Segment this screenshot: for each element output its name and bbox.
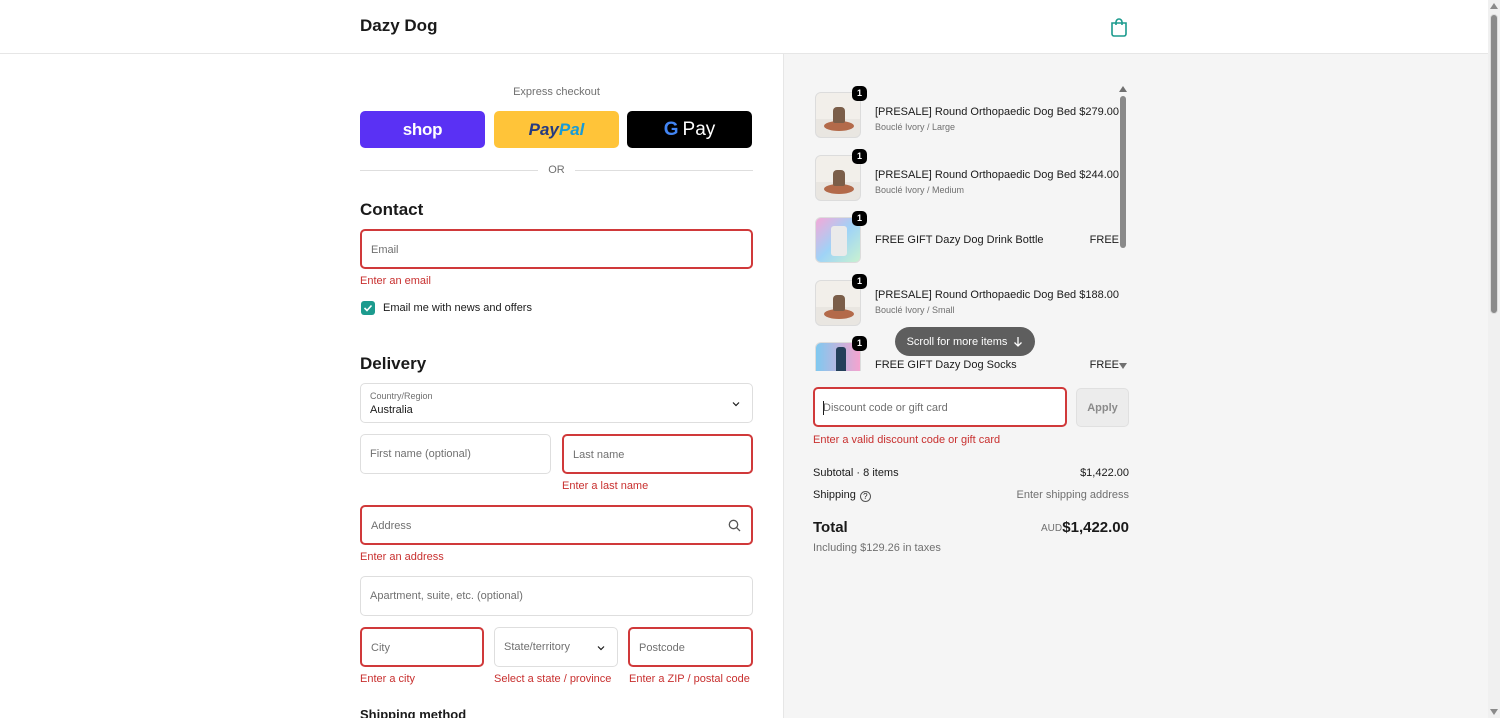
delivery-title: Delivery (360, 354, 427, 373)
google-pay-button[interactable]: G Pay (627, 111, 752, 148)
quantity-badge: 1 (852, 274, 867, 289)
item-name: [PRESALE] Round Orthopaedic Dog Bed (875, 169, 1077, 181)
total-currency: AUD (1041, 523, 1063, 534)
country-label: Country/Region (370, 391, 433, 401)
item-price: $244.00 (1079, 169, 1119, 181)
address-placeholder: Address (371, 520, 412, 532)
taxes-note: Including $129.26 in taxes (813, 542, 941, 554)
last-name-placeholder: Last name (573, 449, 625, 461)
discount-placeholder: Discount code or gift card (823, 402, 948, 414)
or-divider: OR (360, 164, 753, 176)
state-select[interactable]: State/territory (494, 627, 618, 667)
paypal-button[interactable]: Pay Pal (494, 111, 619, 148)
discount-code-input[interactable]: Discount code or gift card (813, 387, 1067, 427)
postcode-placeholder: Postcode (639, 642, 685, 654)
google-g-icon: G (663, 118, 679, 140)
postcode-error: Enter a ZIP / postal code (629, 673, 750, 685)
order-item: 1 [PRESALE] Round Orthopaedic Dog Bed Bo… (813, 86, 1119, 142)
checkmark-icon (363, 304, 373, 312)
subtotal-row: Subtotal · 8 items $1,422.00 (813, 467, 1129, 479)
shopping-bag-icon[interactable] (1110, 17, 1128, 37)
item-price: $279.00 (1079, 106, 1119, 118)
contact-title: Contact (360, 200, 424, 219)
apartment-placeholder: Apartment, suite, etc. (optional) (370, 590, 523, 602)
item-price: $188.00 (1079, 289, 1119, 301)
country-select[interactable]: Country/Region Australia (360, 383, 753, 423)
apply-discount-button[interactable]: Apply (1076, 388, 1129, 427)
order-item: 1 [PRESALE] Round Orthopaedic Dog Bed Bo… (813, 274, 1119, 330)
items-scrollbar-thumb[interactable] (1120, 96, 1126, 248)
item-variant: Bouclé Ivory / Small (875, 305, 955, 315)
express-checkout-title: Express checkout (513, 86, 600, 98)
scroll-more-label: Scroll for more items (906, 335, 1008, 348)
last-name-field[interactable]: Last name (562, 434, 753, 474)
subtotal-value: $1,422.00 (1080, 467, 1129, 479)
email-field[interactable]: Email (360, 229, 753, 269)
email-placeholder: Email (371, 244, 399, 256)
paypal-label-part1: Pay (528, 119, 559, 139)
scroll-more-items-button[interactable]: Scroll for more items (895, 327, 1035, 356)
discount-error: Enter a valid discount code or gift card (813, 434, 1001, 446)
quantity-badge: 1 (852, 86, 867, 101)
order-item: 1 [PRESALE] Round Orthopaedic Dog Bed Bo… (813, 149, 1119, 205)
quantity-badge: 1 (852, 211, 867, 226)
item-variant: Bouclé Ivory / Large (875, 122, 956, 132)
scrollbar-thumb[interactable] (1490, 14, 1498, 314)
order-item: 1 FREE GIFT Dazy Dog Drink Bottle FREE (813, 211, 1119, 267)
item-variant: Bouclé Ivory / Medium (875, 185, 965, 195)
total-label: Total (813, 519, 848, 536)
shop-pay-label: shop (402, 119, 443, 139)
subtotal-label: Subtotal · 8 items (813, 467, 899, 479)
city-placeholder: City (371, 642, 390, 654)
country-value: Australia (370, 404, 413, 416)
apartment-field[interactable]: Apartment, suite, etc. (optional) (360, 576, 753, 616)
city-field[interactable]: City (360, 627, 484, 667)
shipping-value: Enter shipping address (1016, 489, 1129, 501)
address-error: Enter an address (360, 551, 444, 563)
arrow-down-icon (1014, 337, 1023, 347)
first-name-placeholder: First name (optional) (370, 448, 471, 460)
shipping-row: Shipping? Enter shipping address (813, 489, 1129, 502)
newsletter-label[interactable]: Email me with news and offers (383, 302, 532, 314)
shipping-method-title: Shipping method (360, 707, 467, 718)
chevron-down-icon (732, 402, 740, 407)
last-name-error: Enter a last name (562, 480, 649, 492)
shipping-label: Shipping (813, 489, 856, 501)
email-error: Enter an email (360, 275, 431, 287)
state-placeholder: State/territory (504, 641, 571, 653)
quantity-badge: 1 (852, 336, 867, 351)
scroll-down-arrow-icon[interactable] (1119, 363, 1127, 369)
page-scrollbar[interactable] (1488, 0, 1500, 718)
city-error: Enter a city (360, 673, 416, 685)
paypal-label-part2: Pal (558, 119, 585, 139)
postcode-field[interactable]: Postcode (628, 627, 753, 667)
total-value: $1,422.00 (1062, 519, 1129, 536)
item-price: FREE (1089, 234, 1119, 246)
shop-pay-button[interactable]: shop (360, 111, 485, 148)
store-logo[interactable]: Dazy Dog (360, 16, 437, 36)
scroll-up-arrow-icon[interactable] (1119, 86, 1127, 92)
address-field[interactable]: Address (360, 505, 753, 545)
item-name: [PRESALE] Round Orthopaedic Dog Bed (875, 106, 1077, 118)
help-icon[interactable]: ? (859, 491, 871, 502)
divider-line (575, 170, 753, 171)
newsletter-checkbox[interactable] (361, 301, 375, 315)
scroll-down-arrow-icon[interactable] (1490, 709, 1498, 715)
items-scrollbar[interactable] (1119, 86, 1127, 371)
item-name: FREE GIFT Dazy Dog Socks (875, 359, 1017, 371)
first-name-field[interactable]: First name (optional) (360, 434, 551, 474)
state-error: Select a state / province (494, 673, 612, 685)
chevron-down-icon (597, 646, 605, 651)
item-name: FREE GIFT Dazy Dog Drink Bottle (875, 234, 1044, 246)
header: Dazy Dog (0, 0, 1488, 54)
quantity-badge: 1 (852, 149, 867, 164)
scroll-up-arrow-icon[interactable] (1490, 3, 1498, 9)
search-icon[interactable] (728, 519, 741, 532)
google-pay-label: Pay (682, 118, 716, 140)
item-name: [PRESALE] Round Orthopaedic Dog Bed (875, 289, 1077, 301)
item-price: FREE (1089, 359, 1119, 371)
